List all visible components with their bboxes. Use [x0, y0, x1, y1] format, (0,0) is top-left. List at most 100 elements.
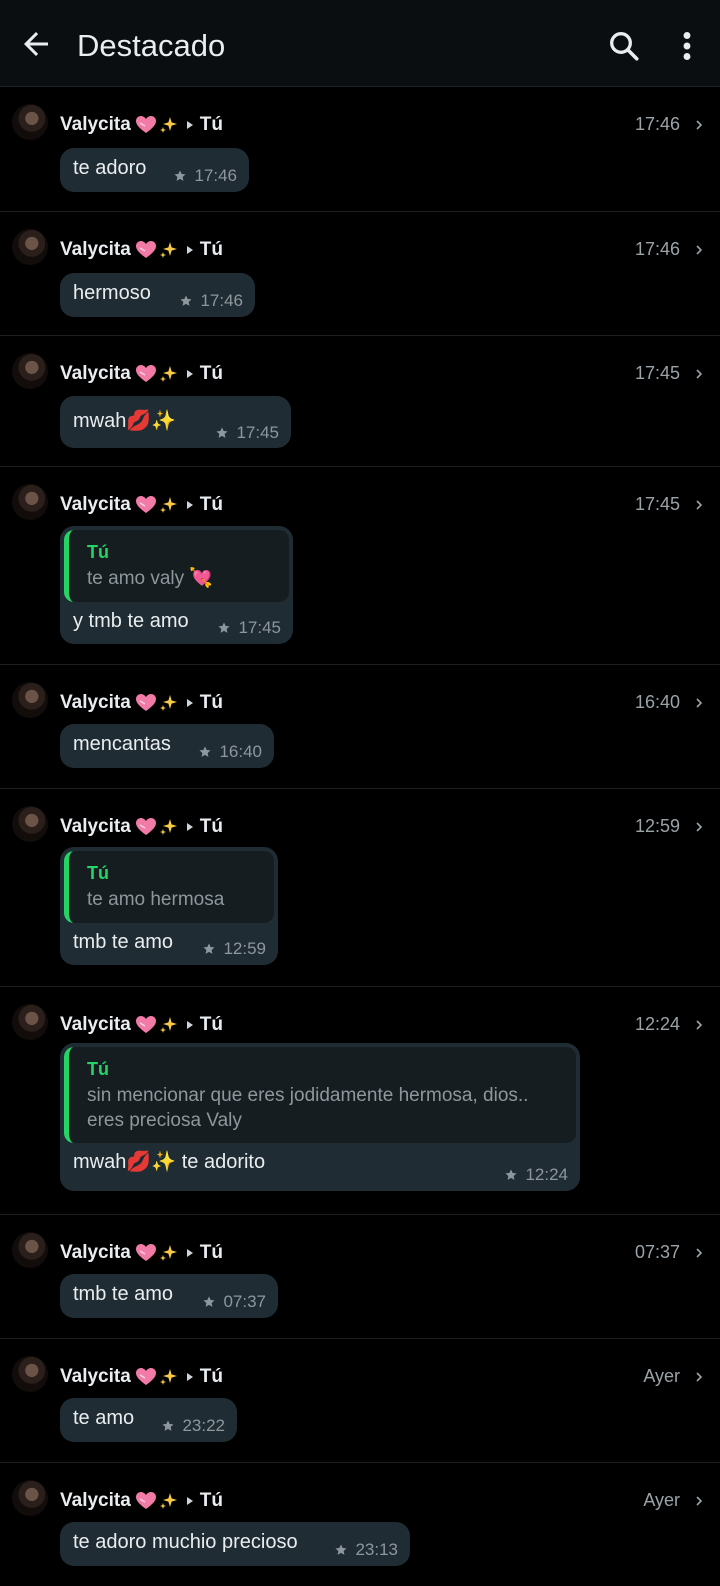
sender-name: Valycita — [60, 692, 131, 713]
quote-author: Tú — [87, 1059, 109, 1079]
avatar[interactable] — [12, 806, 48, 842]
chevron-right-icon[interactable] — [694, 695, 704, 711]
chevron-right-icon[interactable] — [694, 497, 704, 513]
message-date: 16:40 — [634, 692, 680, 712]
message-bubble[interactable]: te adoro 17:46 — [60, 148, 249, 192]
back-arrow-icon[interactable] — [18, 26, 54, 62]
star-icon — [505, 1169, 517, 1180]
app-bar: Destacado — [0, 0, 720, 87]
starred-item[interactable]: Valycita Tú 12:24 Tú sin mencionar que e… — [0, 987, 720, 1215]
arrow-separator-icon — [186, 246, 193, 254]
starred-item[interactable]: Valycita Tú 17:46 te adoro 17:46 — [0, 87, 720, 212]
recipient-name: Tú — [199, 494, 223, 515]
message-date: 17:45 — [634, 363, 680, 383]
quoted-message[interactable]: Tú te amo hermosa — [64, 851, 274, 923]
quoted-message[interactable]: Tú sin mencionar que eres jodidamente he… — [64, 1047, 576, 1143]
message-time: 07:37 — [223, 1292, 266, 1311]
heart-emoji-icon — [135, 1492, 156, 1509]
message-time: 23:13 — [355, 1540, 398, 1559]
sender-row: Valycita Tú — [60, 1489, 223, 1513]
message-text: te adoro — [73, 157, 147, 179]
star-icon — [218, 622, 230, 633]
arrow-separator-icon — [186, 1249, 193, 1257]
message-bubble[interactable]: hermoso 17:46 — [60, 273, 255, 317]
sparkles-emoji-icon — [159, 819, 177, 835]
message-bubble[interactable]: te amo 23:22 — [60, 1398, 237, 1442]
sparkles-emoji-icon — [159, 497, 177, 513]
sender-row: Valycita Tú — [60, 691, 223, 715]
starred-item[interactable]: Valycita Tú 12:59 Tú te amo hermosa tmb … — [0, 789, 720, 987]
avatar[interactable] — [12, 682, 48, 718]
message-time: 17:45 — [238, 618, 281, 637]
arrow-separator-icon — [186, 121, 193, 129]
chevron-right-icon[interactable] — [694, 819, 704, 835]
message-text: mwah💋✨ te adorito — [73, 1151, 266, 1173]
starred-item[interactable]: Valycita Tú 17:46 hermoso 17:46 — [0, 212, 720, 336]
chevron-right-icon[interactable] — [694, 366, 704, 382]
heart-emoji-icon — [135, 694, 156, 711]
message-date: 12:59 — [634, 816, 680, 836]
chevron-right-icon[interactable] — [694, 1245, 704, 1261]
avatar[interactable] — [12, 229, 48, 265]
avatar[interactable] — [12, 353, 48, 389]
recipient-name: Tú — [199, 239, 223, 260]
message-bubble[interactable]: mwah💋✨ 17:45 — [60, 396, 291, 448]
sender-name: Valycita — [60, 494, 131, 515]
avatar[interactable] — [12, 1004, 48, 1040]
recipient-name: Tú — [199, 1242, 223, 1263]
arrow-separator-icon — [186, 501, 193, 509]
starred-item[interactable]: Valycita Tú 17:45 mwah💋✨ 17:45 — [0, 336, 720, 467]
sender-name: Valycita — [60, 1242, 131, 1263]
avatar[interactable] — [12, 1356, 48, 1392]
starred-item[interactable]: Valycita Tú Ayer te amo 23:22 — [0, 1339, 720, 1463]
message-bubble[interactable]: Tú te amo hermosa tmb te amo 12:59 — [60, 847, 278, 965]
message-bubble[interactable]: Tú sin mencionar que eres jodidamente he… — [60, 1043, 580, 1191]
sender-name: Valycita — [60, 1366, 131, 1387]
sparkles-emoji-icon — [159, 1017, 177, 1033]
message-time: 17:46 — [194, 166, 237, 185]
sender-name: Valycita — [60, 114, 131, 135]
heart-emoji-icon — [135, 241, 156, 258]
chevron-right-icon[interactable] — [694, 1493, 704, 1509]
message-meta: 12:59 — [202, 939, 266, 959]
chevron-right-icon[interactable] — [694, 1017, 704, 1033]
message-date: 12:24 — [634, 1014, 680, 1034]
recipient-name: Tú — [199, 816, 223, 837]
sender-row: Valycita Tú — [60, 113, 223, 137]
avatar[interactable] — [12, 1232, 48, 1268]
starred-item[interactable]: Valycita Tú 07:37 tmb te amo 07:37 — [0, 1215, 720, 1339]
sparkles-emoji-icon — [159, 1245, 177, 1261]
star-icon — [174, 170, 186, 181]
message-bubble[interactable]: te adoro muchio precioso 23:13 — [60, 1522, 410, 1566]
arrow-separator-icon — [186, 1373, 193, 1381]
message-bubble[interactable]: mencantas 16:40 — [60, 724, 274, 768]
star-icon — [216, 427, 228, 438]
sender-name: Valycita — [60, 816, 131, 837]
star-icon — [203, 1296, 215, 1307]
sparkles-emoji-icon — [159, 695, 177, 711]
sender-name: Valycita — [60, 1490, 131, 1511]
message-bubble[interactable]: Tú te amo valy 💘 y tmb te amo 17:45 — [60, 526, 293, 644]
avatar[interactable] — [12, 484, 48, 520]
chevron-right-icon[interactable] — [694, 1369, 704, 1385]
avatar[interactable] — [12, 1480, 48, 1516]
starred-item[interactable]: Valycita Tú 16:40 mencantas 16:40 — [0, 665, 720, 789]
page-title: Destacado — [77, 28, 226, 63]
sender-row: Valycita Tú — [60, 238, 223, 262]
chevron-right-icon[interactable] — [694, 117, 704, 133]
message-time: 12:24 — [525, 1165, 568, 1184]
message-meta: 12:24 — [504, 1165, 568, 1185]
search-icon[interactable] — [606, 28, 642, 64]
message-bubble[interactable]: tmb te amo 07:37 — [60, 1274, 278, 1318]
message-time: 17:46 — [200, 291, 243, 310]
quote-author: Tú — [87, 863, 109, 883]
more-vert-icon[interactable] — [672, 28, 702, 64]
sender-row: Valycita Tú — [60, 815, 223, 839]
quoted-message[interactable]: Tú te amo valy 💘 — [64, 530, 289, 602]
message-text: te amo — [73, 1407, 135, 1429]
sparkles-emoji-icon — [159, 242, 177, 258]
avatar[interactable] — [12, 104, 48, 140]
chevron-right-icon[interactable] — [694, 242, 704, 258]
starred-item[interactable]: Valycita Tú 17:45 Tú te amo valy 💘 y tmb… — [0, 467, 720, 665]
starred-item[interactable]: Valycita Tú Ayer te adoro muchio precios… — [0, 1463, 720, 1586]
